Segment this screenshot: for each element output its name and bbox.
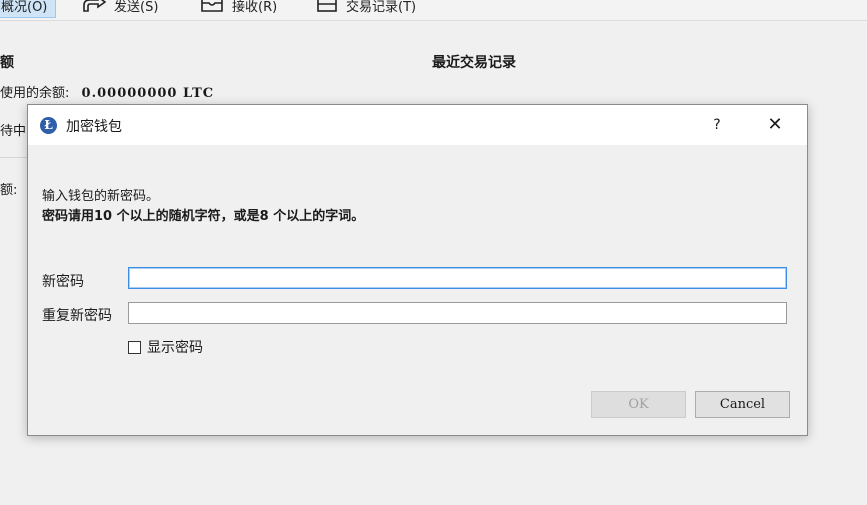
cancel-button[interactable]: Cancel: [695, 391, 790, 418]
divider: [0, 157, 28, 158]
tab-receive[interactable]: 接收(R): [200, 0, 277, 17]
new-password-label: 新密码: [42, 274, 84, 290]
tab-overview[interactable]: 概况(O): [0, 0, 57, 18]
litecoin-logo-icon: Ł: [40, 117, 57, 134]
repeat-password-label: 重复新密码: [42, 308, 112, 324]
show-password-checkbox[interactable]: 显示密码: [128, 337, 203, 357]
inbox-icon: [200, 0, 224, 13]
pending-label: 待中: [0, 124, 27, 139]
tab-transactions[interactable]: 交易记录(T): [316, 0, 416, 17]
close-button[interactable]: ✕: [758, 112, 792, 138]
checkbox-box[interactable]: [128, 340, 141, 354]
ok-button[interactable]: OK: [591, 391, 686, 418]
instruction-text: 输入钱包的新密码。: [42, 189, 160, 204]
available-balance-value: 0.00000000 LTC: [81, 86, 215, 101]
tab-send[interactable]: 发送(S): [82, 0, 158, 17]
tab-receive-label: 接收(R): [232, 0, 278, 15]
tab-transactions-label: 交易记录(T): [346, 0, 417, 15]
send-arrow-icon: [82, 0, 106, 13]
recent-transactions-heading: 最近交易记录: [432, 55, 516, 71]
close-icon: ✕: [767, 114, 783, 135]
available-balance-row: 使用的余额: 0.00000000 LTC: [0, 82, 214, 101]
dialog-title: 加密钱包: [66, 119, 122, 135]
total-label: 额:: [0, 183, 18, 198]
dialog-titlebar[interactable]: Ł 加密钱包 ? ✕: [28, 105, 807, 145]
encrypt-wallet-dialog: Ł 加密钱包 ? ✕ 输入钱包的新密码。 密码请用10 个以上的随机字符，或是8…: [27, 104, 808, 436]
history-icon: [316, 0, 338, 13]
password-hint-text: 密码请用10 个以上的随机字符，或是8 个以上的字词。: [42, 209, 365, 224]
main-toolbar: 概况(O) 发送(S) 接收(R) 交易记录(T): [0, 0, 867, 21]
show-password-label: 显示密码: [147, 340, 203, 356]
balances-heading: 额: [0, 55, 14, 71]
help-button[interactable]: ?: [704, 112, 730, 138]
tab-overview-label: 概况(O): [1, 0, 48, 15]
tab-send-label: 发送(S): [114, 0, 159, 15]
new-password-input[interactable]: [128, 267, 787, 289]
repeat-password-input[interactable]: [128, 302, 787, 324]
available-balance-label: 使用的余额:: [0, 86, 70, 101]
